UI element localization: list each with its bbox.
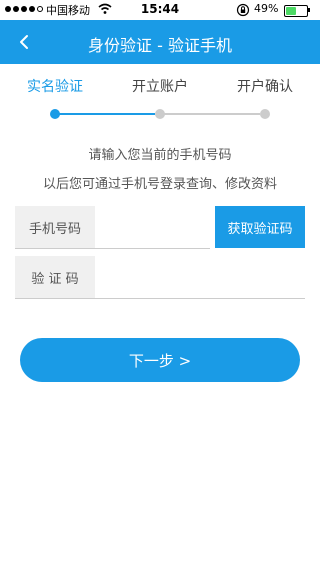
battery-icon	[284, 5, 308, 17]
step-label-identity: 实名验证	[27, 79, 83, 95]
step-label-confirm: 开户确认	[237, 79, 293, 95]
battery-tip	[308, 8, 310, 12]
code-input[interactable]	[97, 256, 301, 300]
step-dot-1	[50, 109, 60, 119]
get-code-button[interactable]: 获取验证码	[215, 206, 305, 248]
step-indicator: 实名验证 开立账户 开户确认	[0, 64, 320, 124]
step-label-open-account: 开立账户	[132, 79, 188, 95]
nav-bar: 身份验证 - 验证手机	[0, 20, 320, 64]
step-remaining-line	[164, 113, 260, 115]
code-field: 验 证 码	[15, 256, 305, 300]
rotation-lock-icon	[236, 3, 250, 17]
phone-input[interactable]	[97, 206, 209, 250]
page-title: 身份验证 - 验证手机	[88, 36, 232, 55]
battery-percent: 49%	[254, 2, 279, 15]
phone-field: 手机号码	[15, 206, 210, 250]
status-bar: 中国移动 15:44 49%	[0, 0, 320, 20]
step-dot-3	[260, 109, 270, 119]
step-dot-2	[155, 109, 165, 119]
hint-line-2: 以后您可通过手机号登录查询、修改资料	[42, 177, 277, 192]
next-button[interactable]: 下一步 >	[20, 338, 300, 382]
hint-line-1: 请输入您当前的手机号码	[88, 148, 232, 163]
code-label: 验 证 码	[15, 256, 95, 298]
step-progress-line	[59, 113, 155, 115]
phone-label: 手机号码	[15, 206, 95, 248]
